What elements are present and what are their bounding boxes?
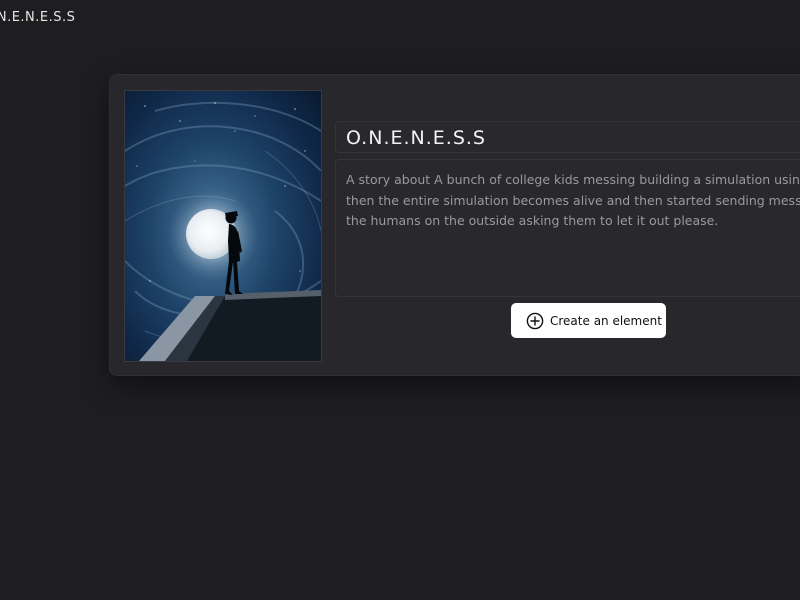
description-line: the humans on the outside asking them to… xyxy=(346,213,719,228)
description-line: then the entire simulation becomes alive… xyxy=(346,192,800,208)
create-element-button[interactable]: Create an element xyxy=(511,303,666,338)
app-title: O.N.E.N.E.S.S xyxy=(0,10,76,25)
plus-circle-icon xyxy=(526,312,544,329)
cover-artwork xyxy=(125,91,321,361)
story-description-field[interactable]: A story about A bunch of college kids me… xyxy=(335,159,800,297)
cover-image[interactable] xyxy=(124,90,322,362)
description-line: A story about A bunch of college kids me… xyxy=(346,172,800,187)
story-title-field[interactable]: O.N.E.N.E.S.S xyxy=(335,121,800,153)
create-element-label: Create an element xyxy=(550,313,662,328)
story-card: O.N.E.N.E.S.S A story about A bunch of c… xyxy=(109,74,800,376)
